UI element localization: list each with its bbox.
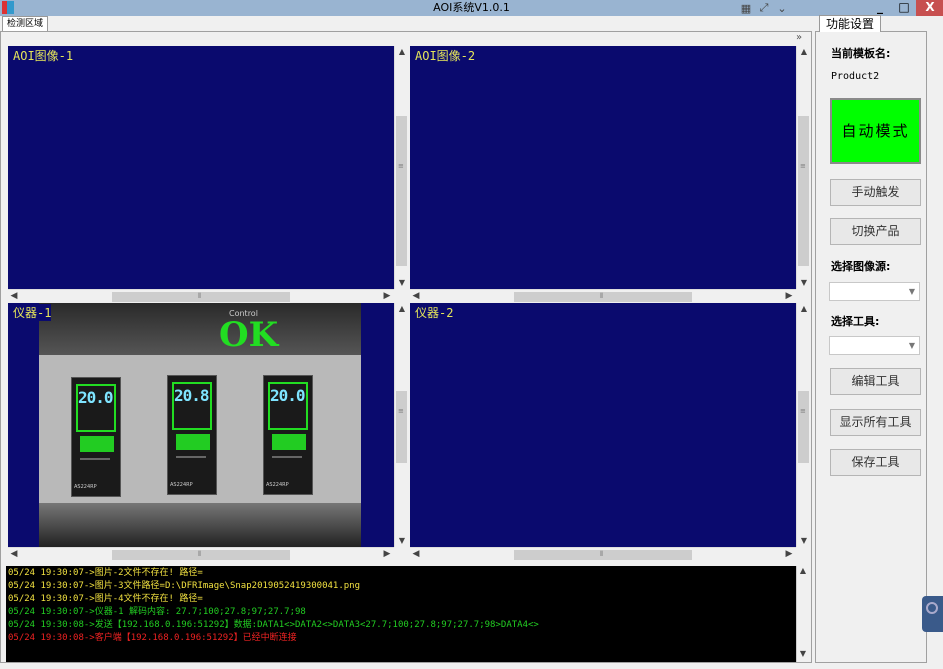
switch-product-button[interactable]: 切换产品 (830, 218, 921, 245)
pane-3-hscroll[interactable]: ◀ ⦀ ▶ (8, 547, 394, 561)
pane-4-hscroll[interactable]: ◀ ⦀ ▶ (410, 547, 796, 561)
scroll-left-icon[interactable]: ◀ (410, 290, 422, 304)
log-line: 05/24 19:30:07->图片-2文件不存在! 路径= (8, 568, 203, 578)
scroll-thumb[interactable] (396, 116, 407, 266)
pane-instrument-2: 仪器-2 (410, 303, 796, 547)
show-all-tools-button[interactable]: 显示所有工具 (830, 409, 921, 436)
chevron-down-icon[interactable]: ⌄ (774, 2, 790, 15)
grip-icon: ≡ (800, 407, 806, 415)
chevron-down-icon[interactable]: ▼ (905, 283, 919, 300)
scroll-right-icon[interactable]: ▶ (381, 290, 393, 304)
pane-4-vscroll[interactable]: ▲ ≡ ▼ (796, 303, 810, 547)
scroll-up-icon[interactable]: ▲ (797, 566, 809, 578)
log-vscroll[interactable]: ▲ ▼ (796, 566, 809, 662)
scroll-left-icon[interactable]: ◀ (8, 290, 20, 304)
bottom-strip (0, 663, 943, 669)
scroll-up-icon[interactable]: ▲ (797, 303, 811, 315)
inspection-image: Control 20.0 AS224RP 20.8 AS224RP 20.0 A… (39, 303, 361, 547)
scroll-left-icon[interactable]: ◀ (410, 548, 422, 562)
log-line: 05/24 19:30:08->客户端【192.168.0.196:51292】… (8, 633, 297, 643)
meter-model: AS224RP (170, 482, 193, 488)
meter-reading: 20.0 (78, 388, 114, 407)
double-chevron-right-icon[interactable]: » (790, 33, 808, 45)
grip-icon: ⦀ (198, 292, 202, 300)
pane-label: AOI图像-1 (13, 49, 74, 63)
pane-2-hscroll[interactable]: ◀ ⦀ ▶ (410, 289, 796, 303)
log-console[interactable]: 05/24 19:30:07->图片-2文件不存在! 路径= 05/24 19:3… (6, 566, 796, 662)
minimize-button[interactable]: _ (868, 0, 892, 16)
template-name: Product2 (831, 71, 880, 82)
meter: 20.8 AS224RP (167, 375, 217, 495)
log-line: 05/24 19:30:07->图片-4文件不存在! 路径= (8, 594, 203, 604)
expand-icon[interactable]: ⤢ (756, 1, 772, 15)
scroll-thumb[interactable] (798, 391, 809, 463)
save-tool-button[interactable]: 保存工具 (830, 449, 921, 476)
pane-label: 仪器-2 (415, 306, 454, 320)
edit-tool-button[interactable]: 编辑工具 (830, 368, 921, 395)
log-line: 05/24 19:30:08->发送【192.168.0.196:51292】数… (8, 620, 539, 630)
scroll-up-icon[interactable]: ▲ (395, 46, 409, 58)
image-source-select[interactable]: ▼ (829, 282, 920, 301)
scroll-right-icon[interactable]: ▶ (783, 548, 795, 562)
grip-icon: ⦀ (600, 550, 604, 558)
side-panel-icon (926, 602, 938, 614)
scroll-down-icon[interactable]: ▼ (395, 277, 409, 289)
ribbon-controls: ▦ ⤢ ⌄ (738, 0, 790, 16)
tool-select[interactable]: ▼ (829, 336, 920, 355)
pane-label: 仪器-1 (13, 304, 52, 321)
auto-mode-button[interactable]: 自动模式 (830, 98, 921, 164)
image-source-label: 选择图像源: (831, 260, 891, 273)
pane-instrument-1: Control 20.0 AS224RP 20.8 AS224RP 20.0 A… (8, 303, 394, 547)
grip-icon: ≡ (398, 407, 404, 415)
meter-reading: 20.8 (174, 386, 210, 405)
chevron-down-icon[interactable]: ▼ (905, 337, 919, 354)
scroll-left-icon[interactable]: ◀ (8, 548, 20, 562)
tool-label: 选择工具: (831, 315, 880, 328)
pane-label: AOI图像-2 (415, 49, 476, 63)
log-line: 05/24 19:30:07->图片-3文件路径=D:\DFRImage\Sna… (8, 581, 361, 591)
meter: 20.0 AS224RP (263, 375, 313, 495)
result-ok: OK (219, 315, 279, 355)
window-controls: _ □ X (868, 0, 943, 16)
scroll-thumb[interactable] (396, 391, 407, 463)
window-title: AOI系统V1.0.1 (433, 1, 510, 14)
pane-aoi-image-1: AOI图像-1 (8, 46, 394, 289)
pane-aoi-image-2: AOI图像-2 (410, 46, 796, 289)
maximize-button[interactable]: □ (892, 0, 916, 16)
grip-icon: ⦀ (198, 550, 202, 558)
scroll-up-icon[interactable]: ▲ (395, 303, 409, 315)
tab-function-settings[interactable]: 功能设置 (819, 15, 881, 32)
grid-icon[interactable]: ▦ (738, 2, 754, 15)
tab-detection-area[interactable]: 检测区域 (2, 16, 49, 31)
scroll-down-icon[interactable]: ▼ (797, 277, 811, 289)
log-line: 05/24 19:30:07->仪器-1 解码内容: 27.7;100;27.8… (8, 607, 306, 617)
title-bar: AOI系统V1.0.1 ▦ ⤢ ⌄ _ □ X (0, 0, 943, 16)
template-label: 当前模板名: (831, 47, 891, 60)
meter: 20.0 AS224RP (71, 377, 121, 497)
scroll-up-icon[interactable]: ▲ (797, 46, 811, 58)
pane-1-hscroll[interactable]: ◀ ⦀ ▶ (8, 289, 394, 303)
pane-1-vscroll[interactable]: ▲ ≡ ▼ (394, 46, 408, 289)
scroll-right-icon[interactable]: ▶ (783, 290, 795, 304)
left-tab-strip: 检测区域 (0, 16, 812, 31)
grip-icon: ≡ (398, 162, 404, 170)
meter-model: AS224RP (74, 484, 97, 490)
close-button[interactable]: X (916, 0, 943, 16)
grip-icon: ≡ (800, 162, 806, 170)
scroll-down-icon[interactable]: ▼ (797, 535, 811, 547)
scroll-right-icon[interactable]: ▶ (381, 548, 393, 562)
scroll-thumb[interactable] (798, 116, 809, 266)
pane-3-vscroll[interactable]: ▲ ≡ ▼ (394, 303, 408, 547)
meter-reading: 20.0 (270, 386, 306, 405)
manual-trigger-button[interactable]: 手动触发 (830, 179, 921, 206)
scroll-down-icon[interactable]: ▼ (395, 535, 409, 547)
scroll-down-icon[interactable]: ▼ (797, 649, 809, 661)
meter-model: AS224RP (266, 482, 289, 488)
grip-icon: ⦀ (600, 292, 604, 300)
pane-2-vscroll[interactable]: ▲ ≡ ▼ (796, 46, 810, 289)
side-panel-handle[interactable] (922, 596, 943, 632)
